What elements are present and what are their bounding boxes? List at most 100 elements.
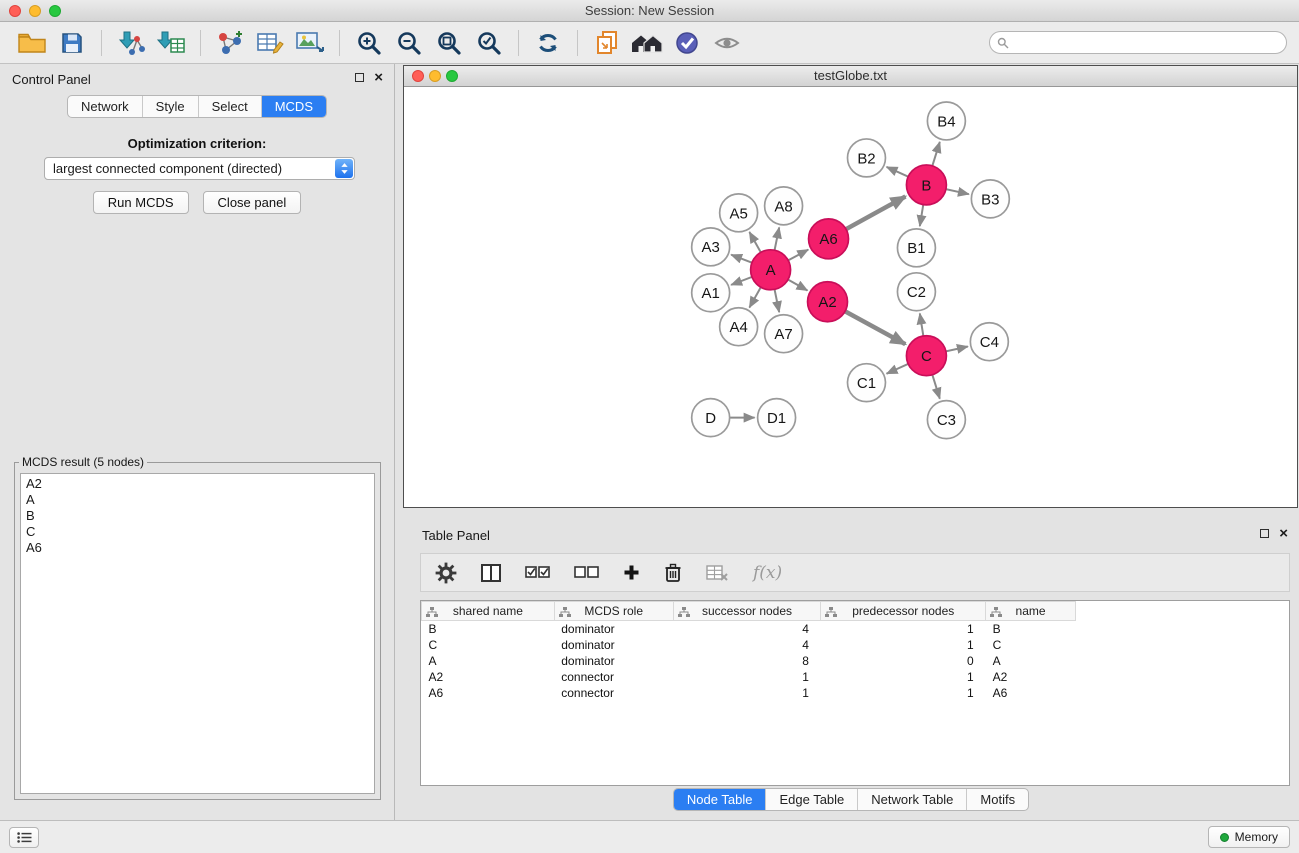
column-header-shared-name[interactable]: shared name bbox=[422, 602, 555, 621]
task-history-button[interactable] bbox=[9, 827, 39, 848]
save-session-button[interactable] bbox=[52, 26, 92, 60]
table-cell[interactable]: A bbox=[422, 653, 555, 669]
select-all-button[interactable] bbox=[525, 565, 550, 580]
add-button[interactable] bbox=[623, 564, 640, 581]
graph-node-B3[interactable]: B3 bbox=[971, 180, 1009, 218]
show-hide-button[interactable] bbox=[707, 26, 747, 60]
table-cell[interactable]: 1 bbox=[821, 637, 986, 653]
graph-node-A1[interactable]: A1 bbox=[692, 274, 730, 312]
minimize-window-button[interactable] bbox=[29, 5, 41, 17]
search-input[interactable] bbox=[989, 31, 1287, 54]
graph-node-C3[interactable]: C3 bbox=[927, 401, 965, 439]
new-network-button[interactable] bbox=[210, 26, 250, 60]
zoom-selected-button[interactable] bbox=[469, 26, 509, 60]
network-canvas[interactable]: B4B2BB3A8A5A6A3B1AC2A1A2A4A7C4CC1DD1C3 bbox=[404, 87, 1297, 507]
close-panel-button[interactable]: Close panel bbox=[203, 191, 302, 214]
table-row[interactable]: A6connector11A6 bbox=[422, 685, 1290, 701]
new-table-button[interactable] bbox=[250, 26, 290, 60]
column-header-predecessor-nodes[interactable]: predecessor nodes bbox=[821, 602, 986, 621]
table-cell[interactable]: dominator bbox=[554, 621, 673, 637]
tab-style[interactable]: Style bbox=[142, 96, 198, 117]
column-header-name[interactable]: name bbox=[986, 602, 1076, 621]
import-table-from-file-button[interactable] bbox=[151, 26, 191, 60]
mcds-result-item[interactable]: A6 bbox=[26, 540, 369, 556]
tab-network[interactable]: Network bbox=[68, 96, 142, 117]
graph-node-A8[interactable]: A8 bbox=[765, 187, 803, 225]
table-cell[interactable]: B bbox=[422, 621, 555, 637]
show-columns-button[interactable] bbox=[481, 564, 501, 582]
zoom-out-button[interactable] bbox=[389, 26, 429, 60]
table-cell[interactable]: C bbox=[986, 637, 1076, 653]
close-window-button[interactable] bbox=[9, 5, 21, 17]
mcds-result-item[interactable]: B bbox=[26, 508, 369, 524]
column-header-successor-nodes[interactable]: successor nodes bbox=[673, 602, 821, 621]
graph-node-C4[interactable]: C4 bbox=[970, 323, 1008, 361]
graph-node-D[interactable]: D bbox=[692, 399, 730, 437]
open-session-button[interactable] bbox=[12, 26, 52, 60]
table-options-button[interactable] bbox=[435, 562, 457, 584]
validate-button[interactable] bbox=[667, 26, 707, 60]
network-window-titlebar[interactable]: testGlobe.txt bbox=[404, 66, 1297, 87]
tab-select[interactable]: Select bbox=[198, 96, 261, 117]
network-maximize-button[interactable] bbox=[446, 70, 458, 82]
table-cell[interactable]: 1 bbox=[673, 669, 821, 685]
graph-node-A[interactable]: A bbox=[751, 250, 791, 290]
table-cell[interactable]: A2 bbox=[986, 669, 1076, 685]
graph-node-C1[interactable]: C1 bbox=[848, 364, 886, 402]
table-cell[interactable]: 0 bbox=[821, 653, 986, 669]
graph-node-A6[interactable]: A6 bbox=[809, 219, 849, 259]
graph-node-A5[interactable]: A5 bbox=[720, 194, 758, 232]
graph-node-B4[interactable]: B4 bbox=[927, 102, 965, 140]
network-close-button[interactable] bbox=[412, 70, 424, 82]
memory-button[interactable]: Memory bbox=[1208, 826, 1290, 848]
table-cell[interactable]: A6 bbox=[422, 685, 555, 701]
graph-node-C[interactable]: C bbox=[906, 336, 946, 376]
ndex-home-button[interactable] bbox=[627, 26, 667, 60]
float-panel-icon[interactable] bbox=[355, 73, 364, 82]
graph-node-A2[interactable]: A2 bbox=[808, 282, 848, 322]
zoom-fit-button[interactable] bbox=[429, 26, 469, 60]
table-cell[interactable]: 4 bbox=[673, 621, 821, 637]
table-cell[interactable]: 1 bbox=[821, 669, 986, 685]
deselect-all-button[interactable] bbox=[574, 565, 599, 580]
run-mcds-button[interactable]: Run MCDS bbox=[93, 191, 189, 214]
tab-motifs[interactable]: Motifs bbox=[966, 789, 1028, 810]
table-cell[interactable]: dominator bbox=[554, 637, 673, 653]
table-row[interactable]: A2connector11A2 bbox=[422, 669, 1290, 685]
table-cell[interactable]: connector bbox=[554, 685, 673, 701]
table-row[interactable]: Adominator80A bbox=[422, 653, 1290, 669]
float-panel-icon[interactable] bbox=[1260, 529, 1269, 538]
mcds-result-item[interactable]: A2 bbox=[26, 476, 369, 492]
tab-network-table[interactable]: Network Table bbox=[857, 789, 966, 810]
apply-layout-button[interactable] bbox=[528, 26, 568, 60]
mcds-result-item[interactable]: C bbox=[26, 524, 369, 540]
table-cell[interactable]: connector bbox=[554, 669, 673, 685]
graph-node-B[interactable]: B bbox=[906, 165, 946, 205]
import-network-from-file-button[interactable] bbox=[111, 26, 151, 60]
graph-node-A7[interactable]: A7 bbox=[765, 315, 803, 353]
mcds-result-item[interactable]: A bbox=[26, 492, 369, 508]
table-cell[interactable]: dominator bbox=[554, 653, 673, 669]
table-cell[interactable]: 8 bbox=[673, 653, 821, 669]
delete-table-button[interactable] bbox=[706, 564, 729, 582]
table-cell[interactable]: A2 bbox=[422, 669, 555, 685]
tab-node-table[interactable]: Node Table bbox=[674, 789, 766, 810]
graph-node-A3[interactable]: A3 bbox=[692, 228, 730, 266]
graph-node-A4[interactable]: A4 bbox=[720, 308, 758, 346]
table-cell[interactable]: A bbox=[986, 653, 1076, 669]
delete-button[interactable] bbox=[664, 563, 682, 583]
criterion-dropdown[interactable]: largest connected component (directed) bbox=[44, 157, 355, 180]
close-panel-icon[interactable]: × bbox=[374, 72, 383, 83]
table-cell[interactable]: 1 bbox=[821, 621, 986, 637]
tab-mcds[interactable]: MCDS bbox=[261, 96, 326, 117]
export-image-button[interactable] bbox=[290, 26, 330, 60]
mcds-result-list[interactable]: A2ABCA6 bbox=[20, 473, 375, 794]
graph-node-B1[interactable]: B1 bbox=[897, 229, 935, 267]
table-cell[interactable]: 1 bbox=[673, 685, 821, 701]
close-panel-icon[interactable]: × bbox=[1279, 528, 1288, 539]
table-cell[interactable]: 1 bbox=[821, 685, 986, 701]
network-minimize-button[interactable] bbox=[429, 70, 441, 82]
table-cell[interactable]: A6 bbox=[986, 685, 1076, 701]
tab-edge-table[interactable]: Edge Table bbox=[765, 789, 857, 810]
table-cell[interactable]: 4 bbox=[673, 637, 821, 653]
